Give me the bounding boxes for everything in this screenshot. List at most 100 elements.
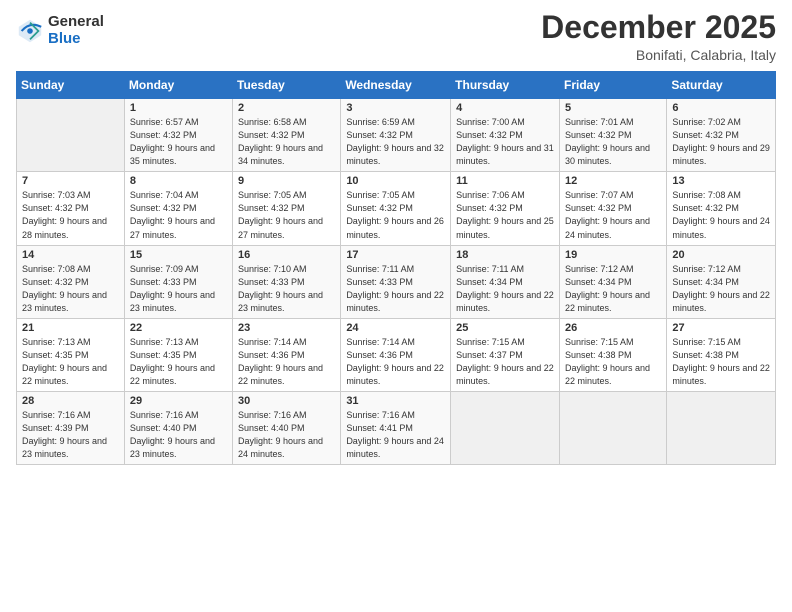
day-info: Sunrise: 7:14 AM Sunset: 4:36 PM Dayligh… <box>238 336 335 388</box>
day-info: Sunrise: 7:11 AM Sunset: 4:34 PM Dayligh… <box>456 263 554 315</box>
calendar-cell: 26 Sunrise: 7:15 AM Sunset: 4:38 PM Dayl… <box>559 318 666 391</box>
calendar-week-2: 7 Sunrise: 7:03 AM Sunset: 4:32 PM Dayli… <box>17 172 776 245</box>
day-info: Sunrise: 7:15 AM Sunset: 4:37 PM Dayligh… <box>456 336 554 388</box>
day-number: 17 <box>346 249 445 261</box>
sunset-text: Sunset: 4:38 PM <box>565 350 632 360</box>
sunset-text: Sunset: 4:32 PM <box>22 277 89 287</box>
day-info: Sunrise: 7:12 AM Sunset: 4:34 PM Dayligh… <box>672 263 770 315</box>
day-info: Sunrise: 7:15 AM Sunset: 4:38 PM Dayligh… <box>565 336 661 388</box>
sunrise-text: Sunrise: 7:11 AM <box>346 264 414 274</box>
day-number: 21 <box>22 322 119 334</box>
sunrise-text: Sunrise: 7:16 AM <box>130 410 199 420</box>
calendar-cell: 31 Sunrise: 7:16 AM Sunset: 4:41 PM Dayl… <box>341 391 451 464</box>
calendar-cell: 15 Sunrise: 7:09 AM Sunset: 4:33 PM Dayl… <box>124 245 232 318</box>
sunrise-text: Sunrise: 7:07 AM <box>565 190 634 200</box>
sunrise-text: Sunrise: 7:08 AM <box>22 264 91 274</box>
sunset-text: Sunset: 4:32 PM <box>672 130 739 140</box>
sunset-text: Sunset: 4:32 PM <box>346 203 413 213</box>
daylight-text: Daylight: 9 hours and 22 minutes. <box>565 290 650 313</box>
calendar-cell: 2 Sunrise: 6:58 AM Sunset: 4:32 PM Dayli… <box>233 99 341 172</box>
daylight-text: Daylight: 9 hours and 22 minutes. <box>672 363 770 386</box>
day-info: Sunrise: 7:16 AM Sunset: 4:41 PM Dayligh… <box>346 409 445 461</box>
sunrise-text: Sunrise: 7:01 AM <box>565 117 634 127</box>
daylight-text: Daylight: 9 hours and 24 minutes. <box>238 436 323 459</box>
day-info: Sunrise: 7:08 AM Sunset: 4:32 PM Dayligh… <box>22 263 119 315</box>
sunrise-text: Sunrise: 7:13 AM <box>130 337 199 347</box>
day-number: 2 <box>238 102 335 114</box>
calendar-cell: 21 Sunrise: 7:13 AM Sunset: 4:35 PM Dayl… <box>17 318 125 391</box>
sunset-text: Sunset: 4:38 PM <box>672 350 739 360</box>
daylight-text: Daylight: 9 hours and 31 minutes. <box>456 143 554 166</box>
sunset-text: Sunset: 4:32 PM <box>130 203 197 213</box>
daylight-text: Daylight: 9 hours and 35 minutes. <box>130 143 215 166</box>
logo-text: General Blue <box>48 14 104 47</box>
calendar-cell: 20 Sunrise: 7:12 AM Sunset: 4:34 PM Dayl… <box>667 245 776 318</box>
daylight-text: Daylight: 9 hours and 24 minutes. <box>672 216 770 239</box>
day-info: Sunrise: 7:10 AM Sunset: 4:33 PM Dayligh… <box>238 263 335 315</box>
calendar-cell: 24 Sunrise: 7:14 AM Sunset: 4:36 PM Dayl… <box>341 318 451 391</box>
day-number: 24 <box>346 322 445 334</box>
day-number: 10 <box>346 175 445 187</box>
logo-general: General <box>48 14 104 31</box>
sunrise-text: Sunrise: 7:13 AM <box>22 337 91 347</box>
day-info: Sunrise: 7:15 AM Sunset: 4:38 PM Dayligh… <box>672 336 770 388</box>
calendar-cell: 1 Sunrise: 6:57 AM Sunset: 4:32 PM Dayli… <box>124 99 232 172</box>
calendar-cell: 25 Sunrise: 7:15 AM Sunset: 4:37 PM Dayl… <box>451 318 560 391</box>
sunrise-text: Sunrise: 7:10 AM <box>238 264 307 274</box>
sunset-text: Sunset: 4:34 PM <box>672 277 739 287</box>
sunrise-text: Sunrise: 7:14 AM <box>346 337 415 347</box>
day-info: Sunrise: 6:57 AM Sunset: 4:32 PM Dayligh… <box>130 116 227 168</box>
daylight-text: Daylight: 9 hours and 29 minutes. <box>672 143 770 166</box>
calendar-cell: 3 Sunrise: 6:59 AM Sunset: 4:32 PM Dayli… <box>341 99 451 172</box>
day-info: Sunrise: 7:13 AM Sunset: 4:35 PM Dayligh… <box>22 336 119 388</box>
sunset-text: Sunset: 4:32 PM <box>346 130 413 140</box>
daylight-text: Daylight: 9 hours and 23 minutes. <box>238 290 323 313</box>
daylight-text: Daylight: 9 hours and 22 minutes. <box>456 363 554 386</box>
day-number: 6 <box>672 102 770 114</box>
sunset-text: Sunset: 4:41 PM <box>346 423 413 433</box>
day-info: Sunrise: 7:05 AM Sunset: 4:32 PM Dayligh… <box>346 189 445 241</box>
calendar-week-3: 14 Sunrise: 7:08 AM Sunset: 4:32 PM Dayl… <box>17 245 776 318</box>
calendar-cell: 9 Sunrise: 7:05 AM Sunset: 4:32 PM Dayli… <box>233 172 341 245</box>
sunrise-text: Sunrise: 7:12 AM <box>672 264 741 274</box>
sunset-text: Sunset: 4:37 PM <box>456 350 523 360</box>
day-info: Sunrise: 7:13 AM Sunset: 4:35 PM Dayligh… <box>130 336 227 388</box>
day-info: Sunrise: 7:01 AM Sunset: 4:32 PM Dayligh… <box>565 116 661 168</box>
sunrise-text: Sunrise: 7:14 AM <box>238 337 307 347</box>
col-wednesday: Wednesday <box>341 72 451 99</box>
day-info: Sunrise: 7:07 AM Sunset: 4:32 PM Dayligh… <box>565 189 661 241</box>
sunrise-text: Sunrise: 7:03 AM <box>22 190 91 200</box>
day-number: 13 <box>672 175 770 187</box>
day-info: Sunrise: 7:05 AM Sunset: 4:32 PM Dayligh… <box>238 189 335 241</box>
calendar-cell <box>667 391 776 464</box>
calendar-cell: 7 Sunrise: 7:03 AM Sunset: 4:32 PM Dayli… <box>17 172 125 245</box>
col-thursday: Thursday <box>451 72 560 99</box>
daylight-text: Daylight: 9 hours and 23 minutes. <box>130 290 215 313</box>
day-info: Sunrise: 7:03 AM Sunset: 4:32 PM Dayligh… <box>22 189 119 241</box>
calendar-cell: 16 Sunrise: 7:10 AM Sunset: 4:33 PM Dayl… <box>233 245 341 318</box>
calendar-cell: 23 Sunrise: 7:14 AM Sunset: 4:36 PM Dayl… <box>233 318 341 391</box>
daylight-text: Daylight: 9 hours and 27 minutes. <box>238 216 323 239</box>
calendar-cell: 10 Sunrise: 7:05 AM Sunset: 4:32 PM Dayl… <box>341 172 451 245</box>
sunrise-text: Sunrise: 6:59 AM <box>346 117 415 127</box>
sunrise-text: Sunrise: 7:00 AM <box>456 117 525 127</box>
calendar-cell <box>559 391 666 464</box>
calendar-cell: 22 Sunrise: 7:13 AM Sunset: 4:35 PM Dayl… <box>124 318 232 391</box>
day-number: 22 <box>130 322 227 334</box>
sunset-text: Sunset: 4:32 PM <box>565 203 632 213</box>
calendar-cell: 17 Sunrise: 7:11 AM Sunset: 4:33 PM Dayl… <box>341 245 451 318</box>
calendar-cell <box>451 391 560 464</box>
sunrise-text: Sunrise: 7:05 AM <box>238 190 307 200</box>
calendar-cell: 6 Sunrise: 7:02 AM Sunset: 4:32 PM Dayli… <box>667 99 776 172</box>
sunset-text: Sunset: 4:32 PM <box>672 203 739 213</box>
calendar-cell: 12 Sunrise: 7:07 AM Sunset: 4:32 PM Dayl… <box>559 172 666 245</box>
day-number: 7 <box>22 175 119 187</box>
calendar-cell: 27 Sunrise: 7:15 AM Sunset: 4:38 PM Dayl… <box>667 318 776 391</box>
day-info: Sunrise: 7:16 AM Sunset: 4:40 PM Dayligh… <box>238 409 335 461</box>
daylight-text: Daylight: 9 hours and 22 minutes. <box>456 290 554 313</box>
sunrise-text: Sunrise: 7:04 AM <box>130 190 199 200</box>
sunrise-text: Sunrise: 7:16 AM <box>22 410 91 420</box>
col-tuesday: Tuesday <box>233 72 341 99</box>
sunrise-text: Sunrise: 6:57 AM <box>130 117 199 127</box>
daylight-text: Daylight: 9 hours and 34 minutes. <box>238 143 323 166</box>
